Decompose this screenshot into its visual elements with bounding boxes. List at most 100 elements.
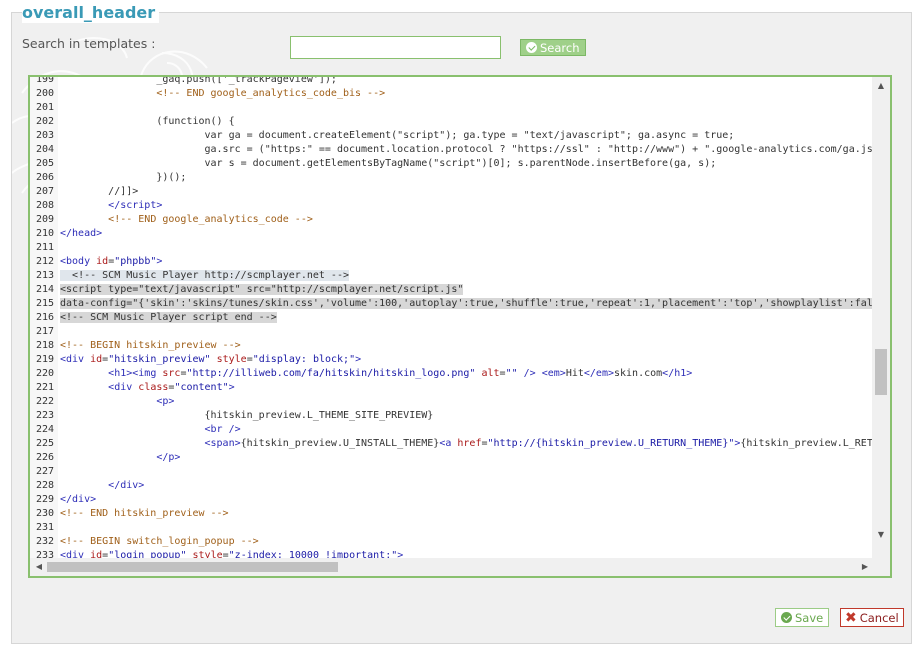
- line-number: 222: [35, 396, 54, 407]
- line-number: 213: [35, 270, 54, 281]
- code-line[interactable]: 215 data-config="{'skin':'skins/tunes/ski…: [30, 297, 874, 311]
- line-number: 221: [35, 382, 54, 393]
- code-line[interactable]: 210 </head>: [30, 227, 874, 241]
- code-line[interactable]: 231: [30, 521, 874, 535]
- line-number: 224: [35, 424, 54, 435]
- code-line[interactable]: 219 <div id="hitskin_preview" style="disp…: [30, 353, 874, 367]
- check-circle-icon: [781, 612, 792, 623]
- line-number: 210: [35, 228, 54, 239]
- code-line[interactable]: 204 ga.src = ("https:" == document.locat…: [30, 143, 874, 157]
- code-text: (function() {: [156, 116, 235, 127]
- code-text: </p>: [156, 452, 181, 463]
- code-line[interactable]: 225 <span>{hitskin_preview.U_INSTALL_THE…: [30, 437, 874, 451]
- line-number: 225: [35, 438, 54, 449]
- search-button-label: Search: [540, 40, 580, 55]
- code-text: var s = document.getElementsByTagName("s…: [204, 158, 717, 169]
- horizontal-scroll-thumb[interactable]: [47, 562, 338, 572]
- code-text: </head>: [60, 228, 103, 239]
- line-number: 228: [35, 480, 54, 491]
- line-number: 211: [35, 242, 54, 253]
- code-line[interactable]: 232 <!-- BEGIN switch_login_popup -->: [30, 535, 874, 549]
- code-text: })();: [156, 172, 187, 183]
- code-line[interactable]: 200 <!-- END google_analytics_code_bis -…: [30, 87, 874, 101]
- line-number: 227: [35, 466, 54, 477]
- code-line[interactable]: 199 _gaq.push(['_trackPageview']);: [30, 77, 874, 87]
- code-line[interactable]: 213 <!-- SCM Music Player http://scmplay…: [30, 269, 874, 283]
- code-text: {hitskin_preview.L_THEME_SITE_PREVIEW}: [204, 410, 434, 421]
- code-line[interactable]: 206 })();: [30, 171, 874, 185]
- code-line[interactable]: 202 (function() {: [30, 115, 874, 129]
- code-line[interactable]: 216 <!-- SCM Music Player script end -->: [30, 311, 874, 325]
- code-line[interactable]: 217: [30, 325, 874, 339]
- code-line[interactable]: 209 <!-- END google_analytics_code -->: [30, 213, 874, 227]
- search-label: Search in templates :: [22, 36, 156, 51]
- horizontal-scrollbar[interactable]: ◀ ▶: [30, 558, 874, 576]
- code-line[interactable]: 207 //]]>: [30, 185, 874, 199]
- vertical-scrollbar[interactable]: ▲ ▼: [872, 77, 890, 560]
- scroll-down-arrow-icon[interactable]: ▼: [872, 530, 890, 540]
- line-number: 204: [35, 144, 54, 155]
- code-text: ga.src = ("https:" == document.location.…: [204, 144, 875, 155]
- code-view[interactable]: 199 _gaq.push(['_trackPageview']); 200 <!…: [30, 77, 874, 560]
- scroll-left-arrow-icon[interactable]: ◀: [30, 562, 48, 572]
- scroll-up-arrow-icon[interactable]: ▲: [872, 81, 890, 91]
- code-text: <div id="hitskin_preview" style="display…: [60, 354, 362, 365]
- code-line[interactable]: 228 </div>: [30, 479, 874, 493]
- line-number: 217: [35, 326, 54, 337]
- code-line[interactable]: 220 <h1><img src="http://illiweb.com/fa/…: [30, 367, 874, 381]
- line-number: 226: [35, 452, 54, 463]
- line-number: 223: [35, 410, 54, 421]
- line-number: 219: [35, 354, 54, 365]
- search-button[interactable]: Search: [520, 39, 586, 56]
- code-line[interactable]: 205 var s = document.getElementsByTagNam…: [30, 157, 874, 171]
- code-line[interactable]: 201: [30, 101, 874, 115]
- search-input[interactable]: [290, 36, 501, 59]
- code-line[interactable]: 203 var ga = document.createElement("scr…: [30, 129, 874, 143]
- code-text: <!-- SCM Music Player http://scmplayer.n…: [60, 270, 349, 281]
- code-line[interactable]: 224 <br />: [30, 423, 874, 437]
- code-line[interactable]: 211: [30, 241, 874, 255]
- line-number: 209: [35, 214, 54, 225]
- line-number: 215: [35, 298, 54, 309]
- code-text: <!-- BEGIN hitskin_preview -->: [60, 340, 241, 351]
- code-text: <!-- END google_analytics_code_bis -->: [156, 88, 386, 99]
- line-number: 208: [35, 200, 54, 211]
- save-button[interactable]: Save: [775, 608, 830, 627]
- line-number: 206: [35, 172, 54, 183]
- page-title: overall_header: [22, 3, 160, 23]
- code-text: <body id="phpbb">: [60, 256, 163, 267]
- line-number: 231: [35, 522, 54, 533]
- code-text: var ga = document.createElement("script"…: [204, 130, 735, 141]
- save-button-label: Save: [795, 610, 824, 625]
- code-text: <span>{hitskin_preview.U_INSTALL_THEME}<…: [204, 438, 875, 449]
- code-line[interactable]: 212 <body id="phpbb">: [30, 255, 874, 269]
- code-line[interactable]: 214 <script type="text/javascript" src="h…: [30, 283, 874, 297]
- code-line[interactable]: 221 <div class="content">: [30, 381, 874, 395]
- code-text: <!-- BEGIN switch_login_popup -->: [60, 536, 259, 547]
- code-line[interactable]: 226 </p>: [30, 451, 874, 465]
- code-text: <!-- END hitskin_preview -->: [60, 508, 229, 519]
- code-line[interactable]: 208 </script>: [30, 199, 874, 213]
- code-line[interactable]: 230 <!-- END hitskin_preview -->: [30, 507, 874, 521]
- line-number: 220: [35, 368, 54, 379]
- line-number: 212: [35, 256, 54, 267]
- code-text: _gaq.push(['_trackPageview']);: [156, 77, 337, 85]
- code-text: <p>: [156, 396, 175, 407]
- cancel-button[interactable]: ✖ Cancel: [840, 608, 904, 627]
- code-line[interactable]: 222 <p>: [30, 395, 874, 409]
- code-text: <h1><img src="http://illiweb.com/fa/hits…: [108, 368, 693, 379]
- code-text: //]]>: [108, 186, 139, 197]
- line-number: 207: [35, 186, 54, 197]
- cancel-button-label: Cancel: [859, 610, 899, 625]
- code-text: </script>: [108, 200, 163, 211]
- code-line[interactable]: 229 </div>: [30, 493, 874, 507]
- code-line[interactable]: 227: [30, 465, 874, 479]
- vertical-scroll-thumb[interactable]: [875, 349, 887, 395]
- code-text: <!-- END google_analytics_code -->: [108, 214, 313, 225]
- code-text: <br />: [204, 424, 241, 435]
- code-editor[interactable]: 199 _gaq.push(['_trackPageview']); 200 <!…: [28, 75, 892, 578]
- code-line[interactable]: 218 <!-- BEGIN hitskin_preview -->: [30, 339, 874, 353]
- line-number: 232: [35, 536, 54, 547]
- code-line[interactable]: 223 {hitskin_preview.L_THEME_SITE_PREVIE…: [30, 409, 874, 423]
- code-lines: 199 _gaq.push(['_trackPageview']); 200 <!…: [30, 77, 874, 560]
